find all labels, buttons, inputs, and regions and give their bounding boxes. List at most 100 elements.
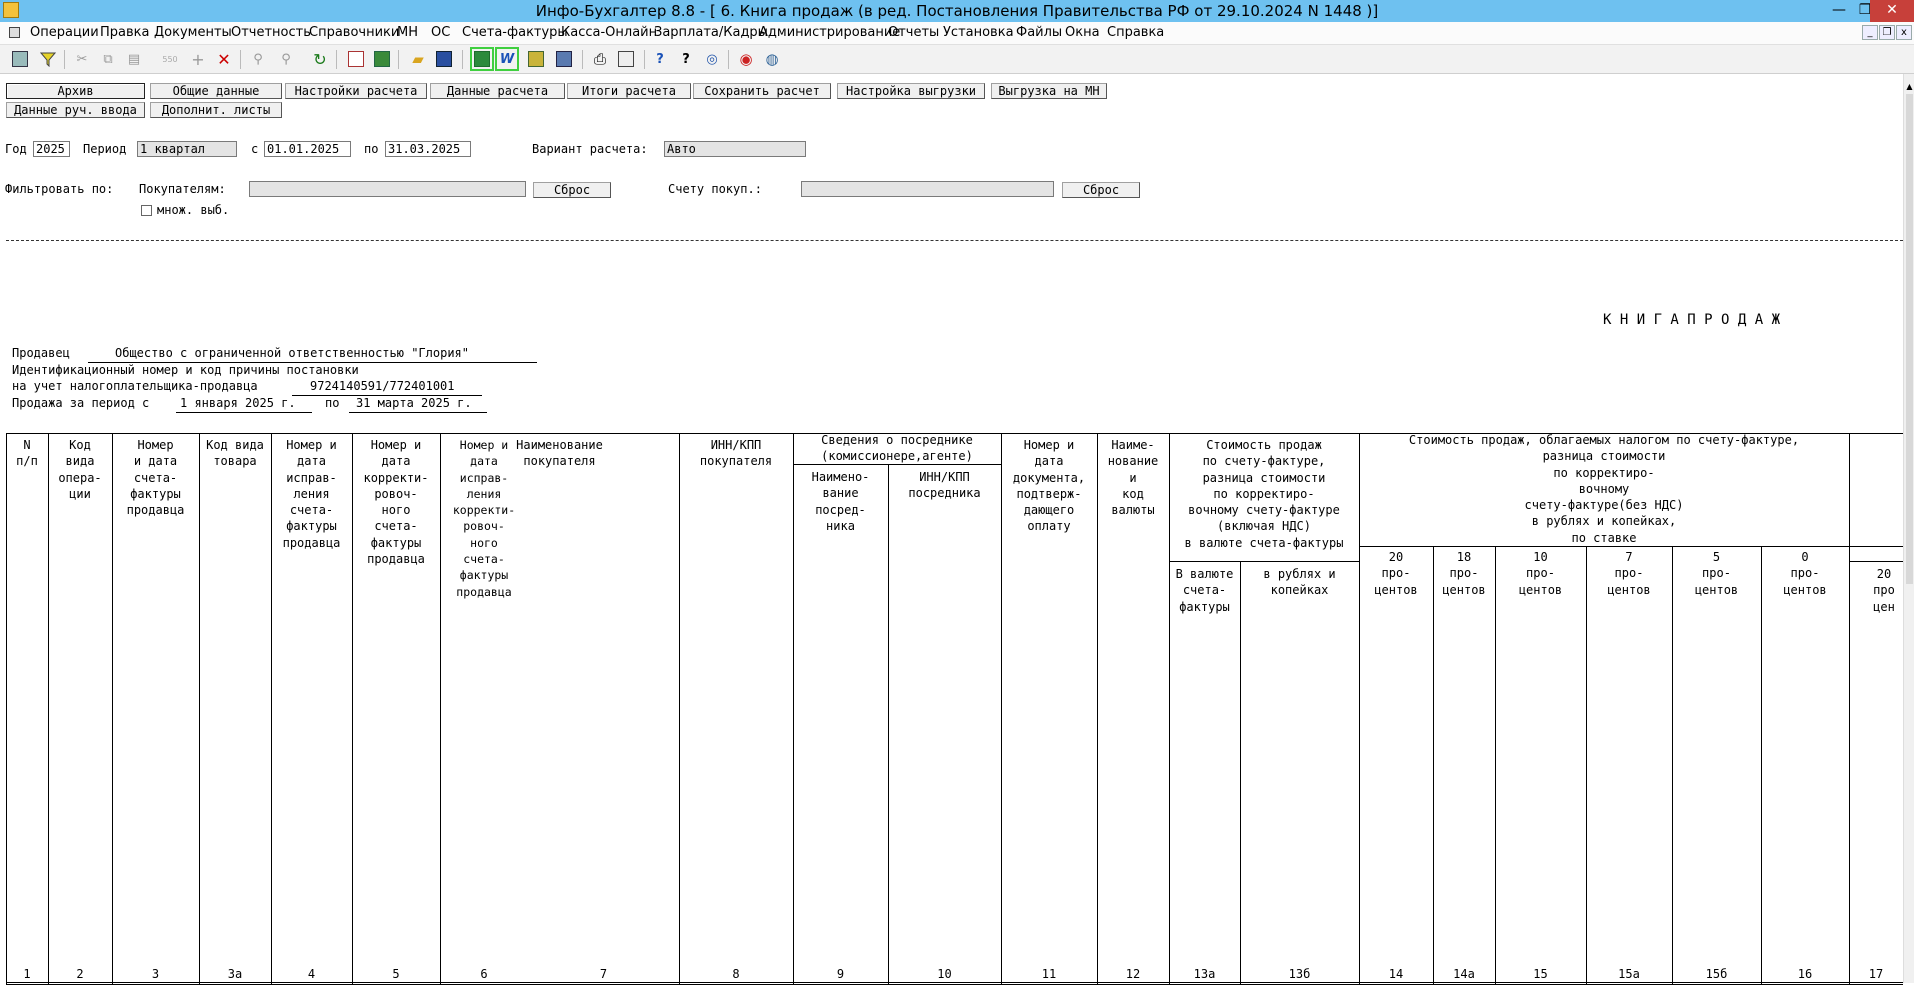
copy-icon[interactable]: ⧉: [98, 49, 118, 69]
menu-settings[interactable]: Установка: [943, 25, 1014, 41]
header-corrective-invoice: Номер и дата корректи- ровоч- ного счета…: [363, 438, 429, 567]
menu-help[interactable]: Справка: [1107, 25, 1164, 41]
calc-settings-button[interactable]: Настройки расчета: [285, 83, 427, 99]
pdf-icon[interactable]: [346, 49, 366, 69]
minimize-window-button[interactable]: —: [1826, 0, 1852, 22]
print-icon[interactable]: ⎙: [590, 49, 610, 69]
period-field[interactable]: 1 квартал: [137, 141, 237, 157]
calc-data-button[interactable]: Данные расчета: [430, 83, 565, 99]
refresh-icon[interactable]: ↻: [310, 49, 330, 69]
paste-icon[interactable]: ▤: [124, 49, 144, 69]
extra-sheets-button[interactable]: Дополнит. листы: [150, 102, 282, 118]
vertical-scrollbar[interactable]: ▲: [1903, 74, 1914, 983]
multi-select-checkbox[interactable]: [141, 205, 152, 216]
menu-documents[interactable]: Документы: [154, 25, 232, 41]
period-label: Период: [83, 142, 127, 156]
general-data-button[interactable]: Общие данные: [150, 83, 282, 99]
mdi-close-button[interactable]: x: [1896, 25, 1912, 40]
filter-icon[interactable]: [38, 49, 58, 69]
manual-data-button[interactable]: Данные руч. ввода: [6, 102, 145, 118]
col-number: 17: [1868, 967, 1884, 981]
delete-icon[interactable]: ✕: [214, 49, 234, 69]
add-icon[interactable]: +: [188, 49, 208, 69]
save-calc-button[interactable]: Сохранить расчет: [693, 83, 831, 99]
keyboard-icon[interactable]: [10, 49, 30, 69]
year-field[interactable]: 2025: [33, 141, 70, 157]
word-export-icon[interactable]: W: [495, 47, 519, 71]
reset-buyers-button[interactable]: Сброс: [533, 182, 611, 198]
separator-line: [6, 240, 1903, 241]
lifebuoy-icon[interactable]: ◉: [736, 49, 756, 69]
calc-totals-button[interactable]: Итоги расчета: [567, 83, 691, 99]
window-title: Инфо-Бухгалтер 8.8 - [ 6. Книга продаж (…: [535, 2, 1379, 20]
header-rate-18: 18 про- центов: [1442, 550, 1486, 597]
menu-invoices[interactable]: Счета-фактуры: [462, 25, 568, 41]
header-invoice-number: Номер и дата счета- фактуры продавца: [126, 438, 185, 518]
menu-reporting[interactable]: Отчетность: [231, 25, 311, 41]
document-image-icon[interactable]: [554, 49, 574, 69]
date-from-field[interactable]: 01.01.2025: [264, 141, 351, 157]
col-number: 9: [836, 967, 845, 981]
menu-cash-online[interactable]: Касса-Онлайн: [561, 25, 657, 41]
menu-payroll[interactable]: Зарплата/Кадры: [654, 25, 768, 41]
header-payment-doc: Номер и дата документа, подтверж- дающег…: [1012, 438, 1086, 534]
menu-administration[interactable]: Администрирование: [759, 25, 900, 41]
scrollbar-thumb[interactable]: [1906, 94, 1913, 584]
cut-icon[interactable]: ✂: [72, 49, 92, 69]
preview-icon[interactable]: [616, 49, 636, 69]
find-icon[interactable]: ⚲: [248, 49, 268, 69]
col-number: 14: [1388, 967, 1404, 981]
spreadsheet-icon[interactable]: [526, 49, 546, 69]
reset-account-button[interactable]: Сброс: [1062, 182, 1140, 198]
col-number: 13а: [1193, 967, 1216, 981]
replace-icon[interactable]: ⚲: [276, 49, 296, 69]
header-value-in-currency: В валюте счета- фактуры: [1175, 567, 1234, 614]
globe-icon[interactable]: ◍: [762, 49, 782, 69]
col-number: 8: [732, 967, 740, 981]
header-intermediary-name: Наимено- вание посред- ника: [811, 470, 870, 533]
close-window-button[interactable]: ✕: [1870, 0, 1914, 22]
inn-label-line1: Идентификационный номер и код причины по…: [12, 363, 359, 377]
compass-icon[interactable]: ◎: [702, 49, 722, 69]
date-to-field[interactable]: 31.03.2025: [385, 141, 471, 157]
account-filter-field[interactable]: [801, 181, 1054, 197]
buyers-filter-field[interactable]: [249, 181, 526, 197]
header-invoice-correction: Номер и дата исправ- ления счета- фактур…: [282, 438, 341, 550]
calculator-icon[interactable]: [372, 49, 392, 69]
header-goods-code: Код вида товара: [206, 438, 264, 469]
menu-bar: Операции Правка Документы Отчетность Спр…: [0, 22, 1914, 45]
menu-mn[interactable]: МН: [397, 25, 418, 41]
open-folder-icon[interactable]: ▰: [408, 49, 428, 69]
menu-files[interactable]: Файлы: [1016, 25, 1062, 41]
menu-reports[interactable]: Отчеты: [888, 25, 939, 41]
mdi-minimize-button[interactable]: _: [1862, 25, 1878, 40]
header-row-number: N п/п: [16, 438, 38, 469]
export-mn-button[interactable]: Выгрузка на МН: [991, 83, 1107, 99]
excel-export-icon[interactable]: [470, 47, 494, 71]
export-settings-button[interactable]: Настройка выгрузки: [837, 83, 985, 99]
special-paste-icon[interactable]: 550: [160, 49, 180, 69]
scroll-up-arrow-icon[interactable]: ▲: [1904, 82, 1914, 92]
period-sale-from: 1 января 2025 г.: [180, 396, 296, 410]
save-icon[interactable]: [434, 49, 454, 69]
col-number: 7: [599, 967, 608, 981]
help-icon[interactable]: ?: [650, 49, 670, 69]
mdi-restore-button[interactable]: ❐: [1879, 25, 1895, 40]
context-help-icon[interactable]: ?: [676, 49, 696, 69]
header-rate-10: 10 про- центов: [1518, 550, 1563, 597]
menu-edit[interactable]: Правка: [100, 25, 149, 41]
col-number: 15а: [1618, 967, 1640, 981]
menu-operations[interactable]: Операции: [30, 25, 99, 41]
year-label: Год: [5, 142, 27, 156]
variant-label: Вариант расчета:: [532, 142, 648, 156]
header-intermediary-inn: ИНН/КПП посредника: [908, 470, 981, 501]
menu-os[interactable]: ОС: [431, 25, 450, 41]
archive-button[interactable]: Архив: [6, 83, 145, 99]
menu-references[interactable]: Справочники: [309, 25, 399, 41]
menu-windows[interactable]: Окна: [1065, 25, 1100, 41]
header-taxable-sales-group: Стоимость продаж, облагаемых налогом по …: [1408, 433, 1800, 545]
col-number: 15б: [1705, 967, 1728, 981]
document-menu-icon[interactable]: [9, 27, 20, 38]
variant-field[interactable]: Авто: [664, 141, 806, 157]
header-intermediary-group: Сведения о посреднике (комиссионере,аген…: [821, 433, 973, 464]
